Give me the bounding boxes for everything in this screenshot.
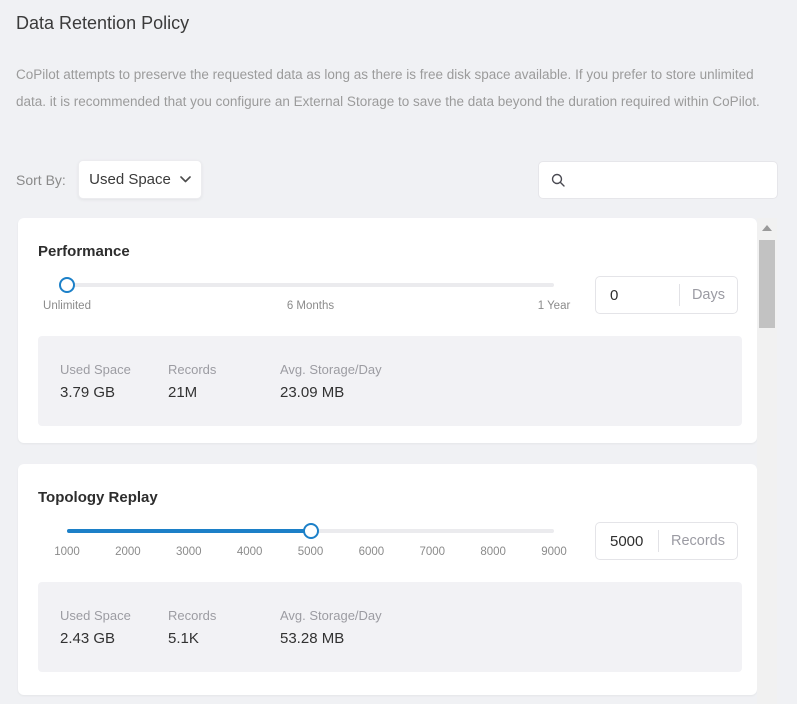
- chevron-down-icon: [180, 176, 191, 183]
- input-unit-label: Days: [680, 287, 737, 303]
- sort-by-dropdown[interactable]: Used Space: [78, 160, 202, 199]
- slider-tick: 3000: [176, 546, 202, 558]
- stat-value: 5.1K: [168, 630, 280, 647]
- stat-label: Records: [168, 362, 280, 377]
- sort-by-label: Sort By:: [16, 172, 66, 188]
- stat-records: Records 5.1K: [168, 608, 280, 672]
- stat-value: 23.09 MB: [280, 384, 382, 401]
- stat-used-space: Used Space 2.43 GB: [60, 608, 168, 672]
- slider-tick: 8000: [480, 546, 506, 558]
- stat-avg-storage: Avg. Storage/Day 23.09 MB: [280, 362, 382, 426]
- retention-value-input[interactable]: [596, 287, 679, 304]
- stats-box: Used Space 3.79 GB Records 21M Avg. Stor…: [38, 336, 742, 426]
- slider-tick: 4000: [237, 546, 263, 558]
- scrollbar-up-arrow-icon[interactable]: [762, 225, 772, 231]
- search-box: [538, 161, 778, 199]
- slider-labels: Unlimited 6 Months 1 Year: [67, 300, 554, 315]
- stat-label: Used Space: [60, 608, 168, 623]
- stat-label: Records: [168, 608, 280, 623]
- retention-value-input-group: Records: [595, 522, 738, 560]
- slider-label: 1 Year: [538, 300, 571, 312]
- stat-used-space: Used Space 3.79 GB: [60, 362, 168, 426]
- search-icon: [551, 173, 565, 187]
- retention-slider: [67, 277, 554, 293]
- slider-label: Unlimited: [43, 300, 91, 312]
- slider-thumb[interactable]: [59, 277, 75, 293]
- slider-tick: 2000: [115, 546, 141, 558]
- retention-value-input-group: Days: [595, 276, 738, 314]
- stat-label: Avg. Storage/Day: [280, 362, 382, 377]
- stats-box: Used Space 2.43 GB Records 5.1K Avg. Sto…: [38, 582, 742, 672]
- stat-value: 53.28 MB: [280, 630, 382, 647]
- slider-tick: 7000: [419, 546, 445, 558]
- card-topology-replay: Topology Replay 1000 2000 3000 4000 5000…: [18, 464, 757, 695]
- slider-fill: [67, 529, 311, 533]
- stat-label: Used Space: [60, 362, 168, 377]
- stat-avg-storage: Avg. Storage/Day 53.28 MB: [280, 608, 382, 672]
- slider-label: 6 Months: [287, 300, 334, 312]
- scrollbar: [757, 218, 777, 704]
- slider-thumb[interactable]: [303, 523, 319, 539]
- slider-tick: 9000: [541, 546, 567, 558]
- stat-value: 2.43 GB: [60, 630, 168, 647]
- sort-by-value: Used Space: [89, 171, 171, 188]
- search-input[interactable]: [574, 171, 765, 189]
- retention-slider: [67, 523, 554, 539]
- stat-label: Avg. Storage/Day: [280, 608, 382, 623]
- stat-value: 21M: [168, 384, 280, 401]
- scrollbar-thumb[interactable]: [759, 240, 775, 328]
- card-performance: Performance Unlimited 6 Months 1 Year Da…: [18, 218, 757, 443]
- slider-tick: 1000: [54, 546, 80, 558]
- policy-description: CoPilot attempts to preserve the request…: [16, 61, 780, 115]
- card-title: Topology Replay: [38, 489, 158, 506]
- slider-tick: 5000: [298, 546, 324, 558]
- retention-value-input[interactable]: [596, 533, 658, 550]
- slider-tick-labels: 1000 2000 3000 4000 5000 6000 7000 8000 …: [67, 546, 554, 561]
- slider-track[interactable]: [67, 283, 554, 287]
- card-title: Performance: [38, 243, 130, 260]
- input-unit-label: Records: [659, 533, 737, 549]
- stat-records: Records 21M: [168, 362, 280, 426]
- slider-tick: 6000: [359, 546, 385, 558]
- stat-value: 3.79 GB: [60, 384, 168, 401]
- page-title: Data Retention Policy: [16, 13, 189, 34]
